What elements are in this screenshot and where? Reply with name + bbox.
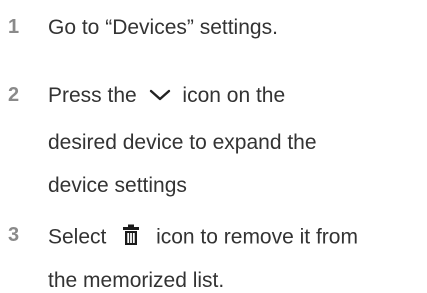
step-text-before-icon: Press the xyxy=(48,84,137,107)
step-text-before-icon: Select xyxy=(48,225,107,249)
step-text-line-2: the memorized list. xyxy=(48,269,225,292)
step-number: 1 xyxy=(8,16,20,38)
trash-icon xyxy=(122,224,140,252)
step-text: Go to “Devices” settings. xyxy=(48,16,278,39)
chevron-down-icon xyxy=(149,84,171,108)
step-text-line-3: device settings xyxy=(48,174,187,197)
step-text-line-1: Press the icon on the xyxy=(48,84,285,108)
step-text-after-icon: icon on the xyxy=(182,84,286,107)
step-text-after-icon: icon to remove it from xyxy=(156,225,358,249)
step-text-line-1: Select icon to remove it from xyxy=(48,224,358,252)
step-text-line-2: desired device to expand the xyxy=(48,131,317,154)
step-number: 2 xyxy=(8,84,20,106)
step-number: 3 xyxy=(8,224,20,246)
